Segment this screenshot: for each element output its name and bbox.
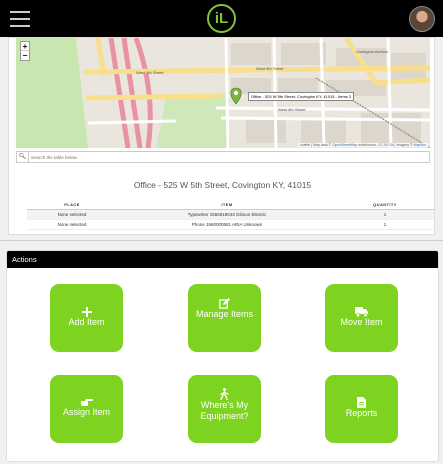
column-header-item[interactable]: ITEM [117,202,337,209]
reports-button[interactable]: Reports [325,375,398,443]
tile-label: Manage Items [195,309,254,319]
table-search: 🔍︎ [16,151,430,163]
column-header-quantity[interactable]: QUANTITY [337,202,433,209]
tile-label: Add Item [68,317,105,327]
mapbox-link[interactable]: Mapbox [414,143,426,147]
map-popup: Office - 525 W 5th Street, Covington KY,… [248,92,355,101]
section-divider [0,240,443,241]
map-attribution: Leaflet | Map data © OpenStreetMap contr… [297,143,428,147]
map-street-label: West 5th Street [256,66,284,71]
actions-title: Actions [7,251,438,268]
app-logo[interactable]: iL [207,4,236,33]
attribution-text: contributors, [356,143,379,147]
tile-label: Assign Item [62,407,111,417]
edit-icon [219,298,230,309]
move-item-button[interactable]: Move Item [325,284,398,352]
place-title: Office - 525 W 5th Street, Covington KY,… [133,180,312,190]
search-icon[interactable]: 🔍︎ [17,152,29,162]
cell-place: None selected [57,222,87,227]
map-zoom-control: + − [20,41,30,61]
table-row[interactable]: None selected Phone 1560000681 ARIA Unkn… [27,220,434,230]
map-street-label: West 6th Street [278,107,306,112]
walking-person-icon [220,388,229,400]
tile-label: Reports [345,408,378,418]
top-navbar: iL [0,0,443,37]
map-tiles: West 5th Street West 6th Street Covingto… [16,38,430,148]
attribution-text: , Imagery © [394,143,414,147]
zoom-out-button[interactable]: − [21,51,29,60]
actions-panel: Actions Add Item Manage Items Move Item … [6,250,439,462]
map-view[interactable]: West 5th Street West 6th Street Covingto… [16,38,430,148]
hamburger-icon[interactable] [10,11,30,27]
location-panel: West 5th Street West 6th Street Covingto… [8,37,435,235]
manage-items-button[interactable]: Manage Items [188,284,261,352]
map-street-label: West 4th Street [136,70,164,75]
plus-icon [81,307,92,317]
table-header: PLACE ITEM QUANTITY [27,202,434,210]
cell-quantity: 1 [383,212,387,217]
assign-item-button[interactable]: Assign Item [50,375,123,443]
search-input[interactable] [31,153,411,161]
cell-quantity: 1 [383,222,387,227]
items-table: PLACE ITEM QUANTITY None selected Typewr… [27,202,434,230]
map-street-label: Covington Avenue [356,49,389,54]
osm-link[interactable]: OpenStreetMap [332,143,357,147]
wheres-my-equipment-button[interactable]: Where's My Equipment? [188,375,261,443]
avatar[interactable] [409,6,435,32]
tile-label: Where's My Equipment? [200,400,249,421]
cell-place: None selected [57,212,87,217]
truck-icon [355,307,368,317]
license-link[interactable]: CC-BY-SA [378,143,394,147]
add-item-button[interactable]: Add Item [50,284,123,352]
hand-point-icon [80,399,93,406]
cell-item: Typewriter 1556918043 Gibson Electric [187,212,267,217]
attribution-text: Leaflet | Map data © [299,143,333,147]
document-icon [357,397,366,408]
zoom-in-button[interactable]: + [21,42,29,51]
cell-item: Phone 1560000681 ARIA Unknown [191,222,263,227]
table-row[interactable]: None selected Typewriter 1556918043 Gibs… [27,210,434,220]
column-header-place[interactable]: PLACE [27,202,117,209]
tile-label: Move Item [340,317,383,327]
